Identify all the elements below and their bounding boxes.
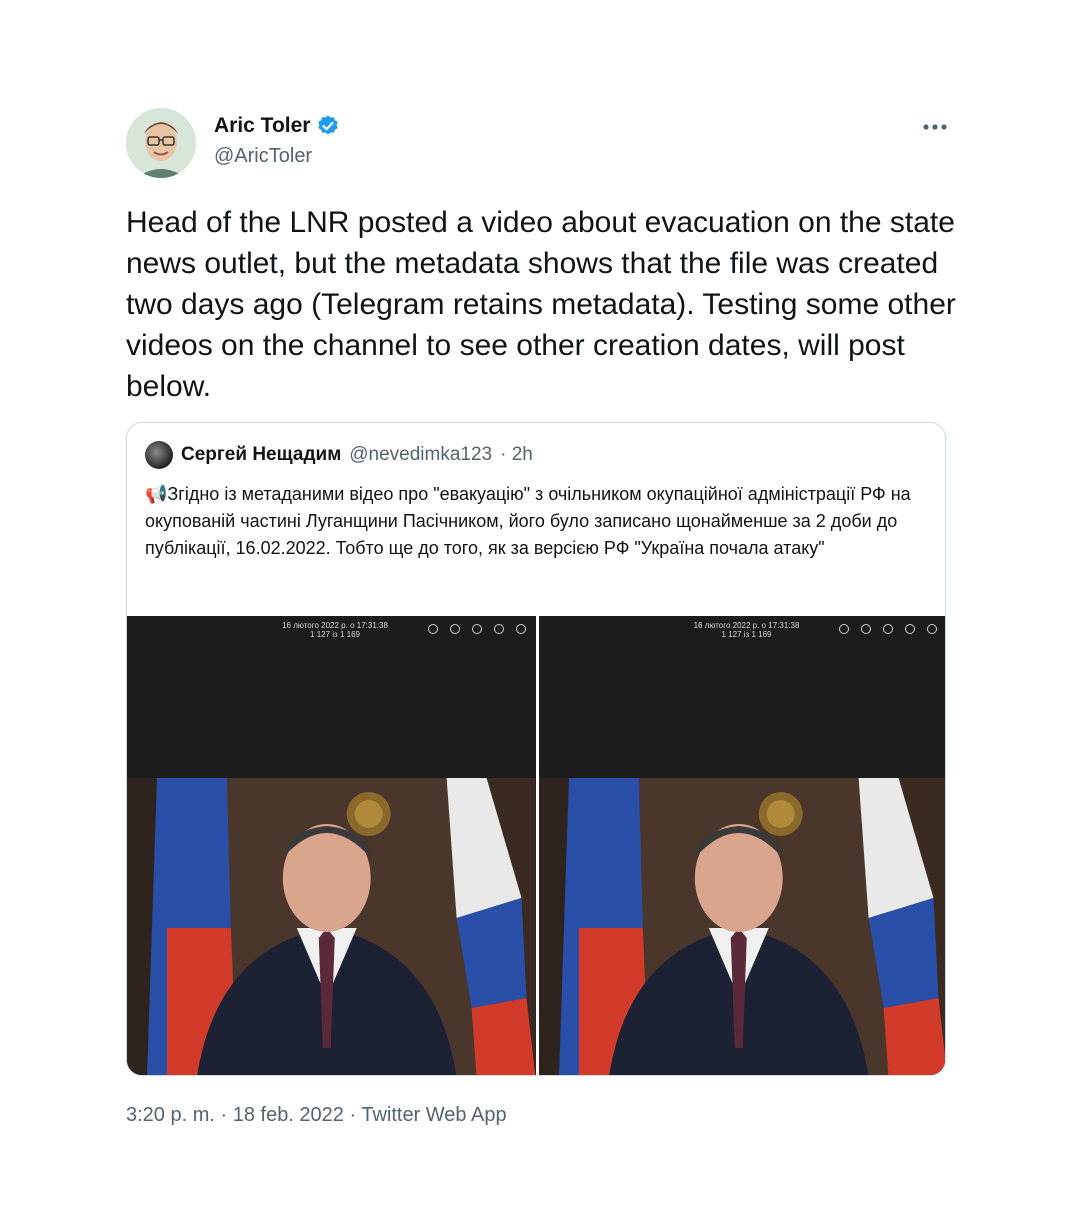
tweet-meta[interactable]: 3:20 p. m. · 18 feb. 2022 · Twitter Web …: [126, 1104, 507, 1127]
author-name[interactable]: Aric Toler: [214, 114, 310, 138]
tweet-text: Head of the LNR posted a video about eva…: [126, 206, 956, 403]
video-frame: [127, 778, 536, 1075]
metadata-bar: 16 лютого 2022 р. о 17:31:38 1 127 із 1 …: [127, 616, 536, 778]
author-avatar[interactable]: [126, 108, 196, 178]
quoted-tweet[interactable]: Сергей Нещадим @nevedimka123 · 2h 📢Згідн…: [126, 422, 946, 1076]
metadata-count: 1 127 із 1 169: [721, 630, 772, 639]
quoted-author-handle: @nevedimka123: [349, 444, 493, 465]
metadata-stamp: 16 лютого 2022 р. о 17:31:38 1 127 із 1 …: [687, 621, 807, 639]
author-handle[interactable]: @AricToler: [214, 145, 312, 168]
metadata-date: 16 лютого 2022 р. о 17:31:38: [282, 621, 388, 630]
metadata-count: 1 127 із 1 169: [310, 630, 360, 639]
quoted-time: · 2h: [500, 444, 533, 465]
more-options-icon[interactable]: [918, 112, 952, 142]
verified-badge-icon: [316, 114, 340, 138]
metadata-date: 16 лютого 2022 р. о 17:31:38: [693, 621, 800, 630]
quoted-text: Згідно із метаданими відео про "евакуаці…: [145, 484, 911, 558]
quoted-media: 16 лютого 2022 р. о 17:31:38 1 127 із 1 …: [127, 616, 945, 1075]
media-image[interactable]: 16 лютого 2022 р. о 17:31:38 1 127 із 1 …: [538, 616, 945, 1075]
metadata-bar: 16 лютого 2022 р. о 17:31:38 1 127 із 1 …: [538, 616, 945, 778]
metadata-stamp: 16 лютого 2022 р. о 17:31:38 1 127 із 1 …: [275, 621, 395, 639]
tweet-card: Aric Toler @AricToler Head of the LNR po…: [0, 0, 1080, 1230]
media-image[interactable]: 16 лютого 2022 р. о 17:31:38 1 127 із 1 …: [127, 616, 536, 1075]
viewer-toolbar: [839, 624, 937, 634]
viewer-toolbar: [427, 624, 526, 634]
quoted-text-block: 📢Згідно із метаданими відео про "евакуац…: [145, 481, 935, 562]
quoted-author-name: Сергей Нещадим: [181, 444, 342, 465]
megaphone-icon: 📢: [145, 484, 168, 504]
video-frame: [538, 778, 945, 1075]
quoted-author-avatar: [145, 441, 173, 469]
